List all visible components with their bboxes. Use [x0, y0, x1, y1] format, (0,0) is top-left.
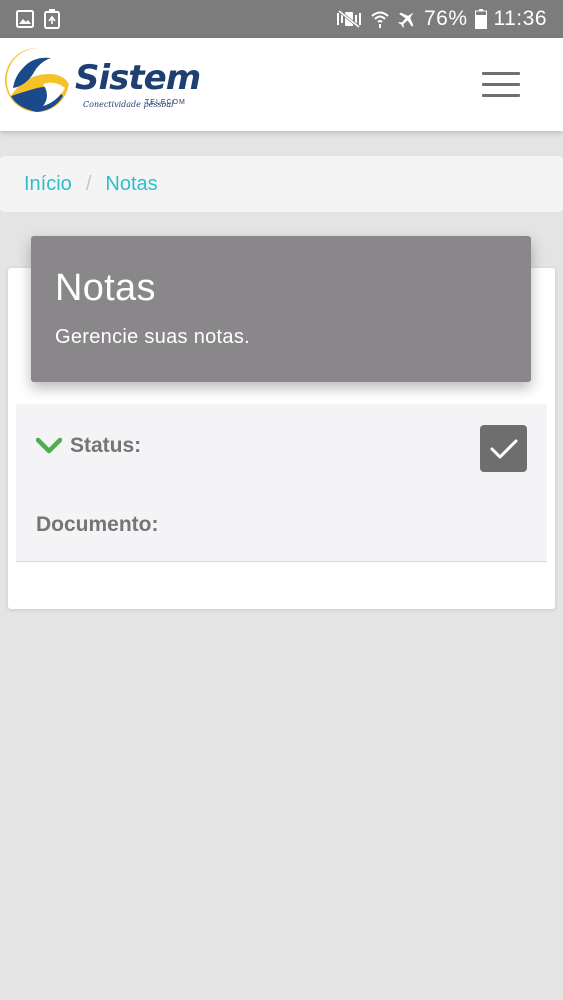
card-header: Notas Gerencie suas notas. — [31, 236, 531, 382]
page-subtitle: Gerencie suas notas. — [55, 326, 250, 348]
clock: 11:36 — [493, 7, 547, 30]
status-checkbox[interactable] — [480, 425, 527, 472]
hamburger-menu-button[interactable] — [482, 72, 524, 98]
note-item: Status: Documento: — [16, 404, 547, 562]
brand-name: Sistem — [75, 58, 201, 98]
page-title: Notas — [55, 267, 156, 309]
status-label: Status: — [70, 434, 142, 457]
document-row: Documento: — [36, 513, 159, 537]
menu-icon-bar — [482, 72, 520, 75]
menu-icon-bar — [482, 83, 520, 86]
battery-percent: 76% — [423, 7, 468, 30]
status-bar: 76% 11:36 — [0, 0, 563, 38]
status-row: Status: — [36, 434, 141, 458]
checkmark-icon — [490, 439, 517, 458]
brand-sub: TELECOM — [145, 99, 186, 106]
airplane-icon — [397, 9, 417, 29]
wifi-icon — [370, 9, 390, 29]
brand-logo[interactable]: Sistem Conectividade pessoal TELECOM — [3, 44, 201, 118]
breadcrumb-home-link[interactable]: Início — [24, 173, 72, 196]
breadcrumb-separator: / — [85, 172, 92, 195]
app-header: Sistem Conectividade pessoal TELECOM — [0, 38, 563, 131]
breadcrumb: Início / Notas — [0, 156, 563, 212]
menu-icon-bar — [482, 94, 520, 97]
breadcrumb-notas-link[interactable]: Notas — [105, 173, 157, 196]
recycle-icon — [44, 9, 60, 29]
image-icon — [16, 10, 34, 28]
chevron-down-icon — [36, 437, 62, 454]
battery-icon — [474, 9, 487, 29]
document-label: Documento: — [36, 513, 159, 536]
mute-icon — [335, 9, 363, 29]
logo-mark-icon — [5, 47, 70, 112]
